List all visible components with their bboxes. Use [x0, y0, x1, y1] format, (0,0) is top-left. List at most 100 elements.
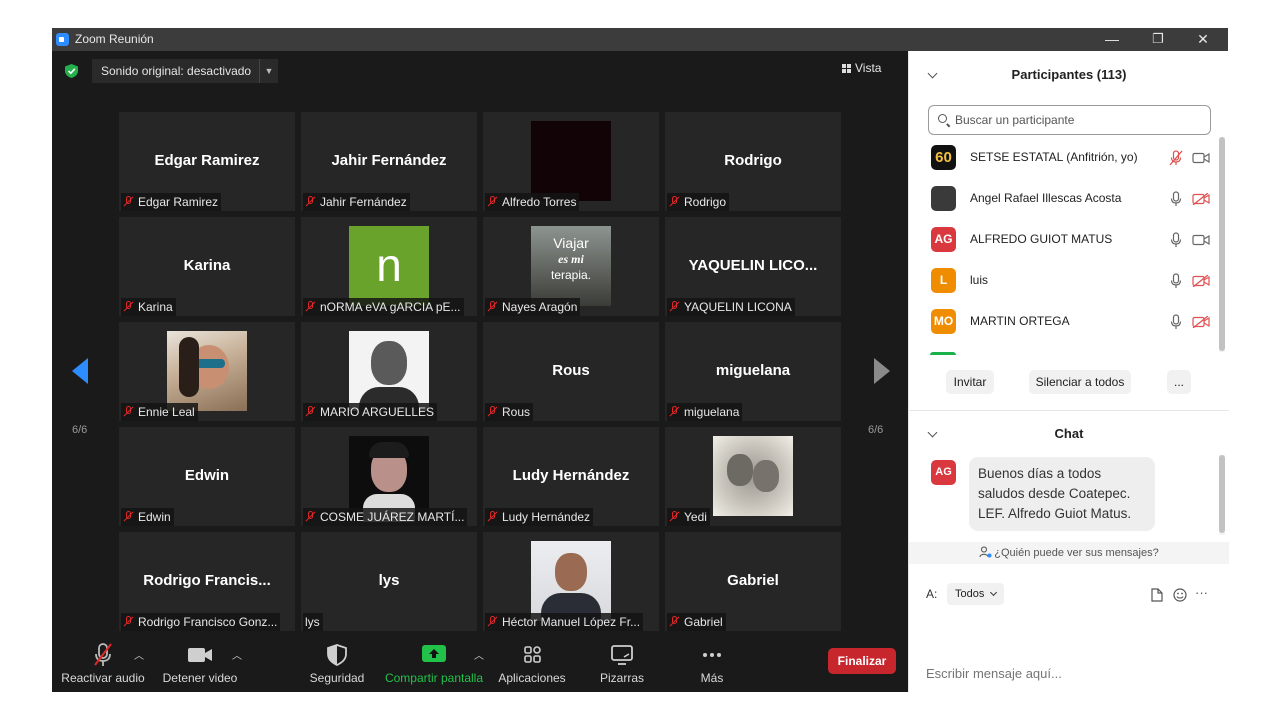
participant-row[interactable]: Angel Rafael Illescas Acosta	[929, 184, 1210, 214]
video-camera-icon[interactable]	[1192, 152, 1210, 164]
participants-scrollbar[interactable]	[1219, 137, 1225, 352]
participant-name-label: Rous	[485, 403, 534, 421]
participant-search[interactable]	[928, 105, 1211, 135]
restore-button[interactable]: ❐	[1135, 28, 1181, 51]
participant-video-tile[interactable]: MARIO ARGUELLES	[301, 322, 477, 421]
microphone-muted-icon	[123, 616, 134, 627]
original-sound-button[interactable]: Sonido original: desactivado ▼	[92, 59, 278, 83]
participant-video-tile[interactable]: Alfredo Torres	[483, 112, 659, 211]
participant-row[interactable]: Lluis	[929, 266, 1210, 296]
chevron-down-icon[interactable]: ▼	[259, 59, 278, 83]
apps-label: Aplicaciones	[498, 671, 566, 685]
microphone-muted-icon	[88, 643, 118, 667]
participant-video-tile[interactable]: lys lys	[301, 532, 477, 631]
recipient-dropdown[interactable]: Todos	[947, 583, 1005, 605]
who-can-see-messages-link[interactable]: ¿Quién puede ver sus mensajes?	[909, 542, 1229, 564]
participant-video-tile[interactable]: Karina Karina	[119, 217, 295, 316]
microphone-icon[interactable]	[1169, 314, 1183, 330]
chat-message-line: Buenos días a todos	[978, 466, 1102, 481]
participant-video-tile[interactable]: YAQUELIN LICO... YAQUELIN LICONA	[665, 217, 841, 316]
photo-hair-shape	[369, 442, 409, 458]
stop-video-button[interactable]: Detener video	[156, 643, 244, 685]
participant-video	[531, 121, 611, 201]
participant-name-text: MARIO ARGUELLES	[320, 405, 435, 419]
file-attach-icon[interactable]	[1151, 588, 1163, 602]
security-button[interactable]: Seguridad	[302, 643, 372, 685]
participant-display-name: lys	[378, 572, 400, 589]
more-dots-icon	[697, 643, 727, 667]
mute-all-button[interactable]: Silenciar a todos	[1029, 370, 1131, 394]
participants-more-button[interactable]: ...	[1167, 370, 1191, 394]
invite-button[interactable]: Invitar	[946, 370, 994, 394]
microphone-muted-icon[interactable]	[1169, 150, 1183, 166]
share-options-caret-icon[interactable]: ︿	[474, 647, 484, 662]
chat-title: Chat	[1054, 426, 1084, 441]
participant-row[interactable]: MO MARTIN ORTEGA	[929, 307, 1210, 337]
participant-search-input[interactable]	[955, 111, 1205, 129]
microphone-icon[interactable]	[1169, 191, 1183, 207]
recipient-label: A:	[926, 587, 938, 601]
minimize-button[interactable]: —	[1089, 28, 1135, 51]
view-label: Vista	[855, 61, 882, 75]
participant-video-tile[interactable]: Héctor Manuel López Fr...	[483, 532, 659, 631]
view-button[interactable]: Vista	[842, 61, 902, 75]
video-off-icon[interactable]	[1192, 193, 1210, 205]
page-indicator-right: 6/6	[868, 424, 884, 436]
participant-video-tile[interactable]: Yedi	[665, 427, 841, 526]
participant-video-tile[interactable]: COSME JUÁREZ MARTÍ...	[301, 427, 477, 526]
participant-name-text: Edgar Ramirez	[138, 195, 219, 209]
video-off-icon[interactable]	[1192, 316, 1210, 328]
end-meeting-button[interactable]: Finalizar	[828, 648, 896, 674]
participant-video-tile[interactable]: Rodrigo Rodrigo	[665, 112, 841, 211]
photo-hair-shape	[179, 337, 199, 397]
panel-divider	[909, 410, 1229, 411]
audio-options-caret-icon[interactable]: ︿	[134, 647, 144, 662]
close-button[interactable]: ✕	[1180, 28, 1226, 51]
security-label: Seguridad	[309, 671, 365, 685]
chat-scrollbar[interactable]	[1219, 455, 1225, 535]
next-participant-avatar-edge	[930, 352, 956, 355]
participant-name-text: Rous	[502, 405, 531, 419]
previous-page-arrow-icon[interactable]	[72, 358, 88, 384]
microphone-icon[interactable]	[1169, 273, 1183, 289]
microphone-icon[interactable]	[1169, 232, 1183, 248]
participant-display-name: YAQUELIN LICO...	[688, 257, 818, 274]
participant-video-tile[interactable]: Edgar Ramirez Edgar Ramirez	[119, 112, 295, 211]
microphone-muted-icon	[487, 616, 498, 627]
participant-row[interactable]: 60 SETSE ESTATAL (Anfitrión, yo)	[929, 143, 1210, 173]
more-button[interactable]: Más	[682, 643, 742, 685]
participant-video-tile[interactable]: Jahir Fernández Jahir Fernández	[301, 112, 477, 211]
participants-scrollbar-thumb[interactable]	[1219, 137, 1225, 351]
chat-sender-avatar[interactable]: AG	[931, 460, 956, 485]
participant-video-tile[interactable]: Ludy Hernández Ludy Hernández	[483, 427, 659, 526]
participant-display-name: miguelana	[715, 362, 791, 379]
participant-video-tile[interactable]: Rodrigo Francis... Rodrigo Francisco Gonz…	[119, 532, 295, 631]
encryption-shield-icon[interactable]	[65, 64, 78, 78]
participant-video-tile[interactable]: miguelana miguelana	[665, 322, 841, 421]
emoji-icon[interactable]	[1173, 588, 1187, 602]
photo-caption-line: es mi	[558, 252, 584, 266]
participant-avatar-image: Viajar es mi terapia.	[531, 226, 611, 306]
participant-video-tile[interactable]: Edwin Edwin	[119, 427, 295, 526]
participant-video-tile[interactable]: Rous Rous	[483, 322, 659, 421]
participant-video-tile[interactable]: Viajar es mi terapia. Nayes Aragón	[483, 217, 659, 316]
share-screen-button[interactable]: Compartir pantalla	[382, 643, 486, 685]
participant-name: ALFREDO GUIOT MATUS	[970, 232, 1113, 246]
apps-button[interactable]: Aplicaciones	[496, 643, 568, 685]
participant-row[interactable]: AG ALFREDO GUIOT MATUS	[929, 225, 1210, 255]
video-camera-icon[interactable]	[1192, 234, 1210, 246]
participant-video-tile[interactable]: n nORMA eVA gARCIA pE...	[301, 217, 477, 316]
video-off-icon[interactable]	[1192, 275, 1210, 287]
participant-video-tile[interactable]: Ennie Leal	[119, 322, 295, 421]
participant-name-label: Yedi	[667, 508, 710, 526]
whiteboards-button[interactable]: Pizarras	[588, 643, 656, 685]
video-options-caret-icon[interactable]: ︿	[232, 647, 242, 662]
chat-scrollbar-thumb[interactable]	[1219, 455, 1225, 533]
next-page-arrow-icon[interactable]	[874, 358, 890, 384]
microphone-muted-icon	[305, 196, 316, 207]
security-shield-icon	[322, 643, 352, 667]
participant-video-tile[interactable]: Gabriel Gabriel	[665, 532, 841, 631]
chat-more-options-icon[interactable]: ···	[1195, 585, 1208, 600]
participant-avatar: L	[931, 268, 956, 293]
chat-message-input[interactable]	[926, 664, 1206, 682]
